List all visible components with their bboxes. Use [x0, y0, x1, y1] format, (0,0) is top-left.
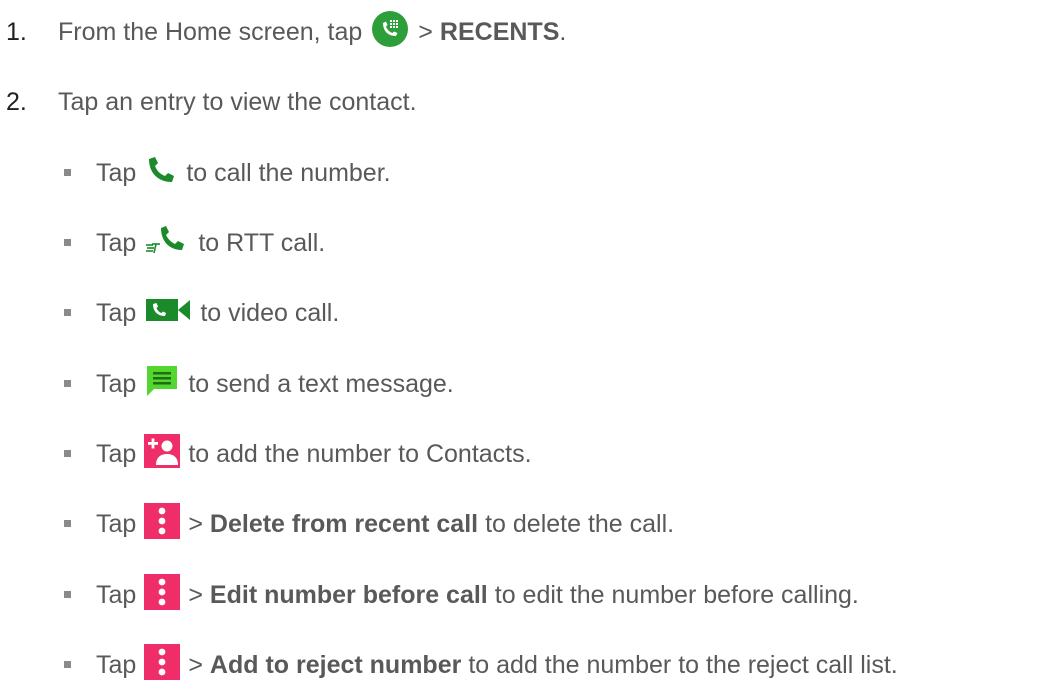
tap-label: Tap — [96, 158, 137, 187]
item-text: to edit the number before calling. — [494, 580, 859, 609]
tap-label: Tap — [96, 439, 137, 468]
item-text: to delete the call. — [485, 509, 675, 538]
step-number: 1. — [6, 17, 27, 46]
tap-label: Tap — [96, 369, 137, 398]
separator: > — [418, 17, 433, 46]
message-icon — [144, 363, 180, 406]
bullet — [64, 380, 71, 387]
bullet — [64, 450, 71, 457]
bullet — [64, 239, 71, 246]
tap-label: Tap — [96, 509, 137, 538]
menu-option-label: Edit number before call — [209, 580, 488, 609]
menu-option-label: Add to reject number — [209, 650, 462, 679]
more-options-icon — [144, 502, 181, 546]
bullet — [64, 309, 71, 316]
recents-label: RECENTS — [439, 17, 560, 46]
step-text: From the Home screen, tap — [58, 17, 363, 46]
bullet — [64, 591, 71, 598]
tap-label: Tap — [96, 650, 137, 679]
bullet — [64, 520, 71, 527]
step-text: Tap an entry to view the contact. — [58, 87, 417, 116]
separator: > — [188, 650, 203, 679]
tap-label: Tap — [96, 228, 137, 257]
bullet — [64, 661, 71, 668]
more-options-icon — [144, 643, 181, 687]
tap-label: Tap — [96, 298, 137, 327]
menu-option-label: Delete from recent call — [209, 509, 479, 538]
item-text: to send a text message. — [188, 369, 454, 398]
video-call-icon — [144, 295, 192, 332]
phone-dialpad-icon — [370, 9, 410, 56]
item-text: to call the number. — [186, 158, 391, 187]
item-text: to video call. — [200, 298, 340, 327]
add-contact-icon — [144, 433, 181, 475]
more-options-icon — [144, 573, 181, 617]
tap-label: Tap — [96, 580, 137, 609]
bullet — [64, 169, 71, 176]
rtt-call-icon — [144, 223, 190, 264]
step-number: 2. — [6, 87, 27, 116]
separator: > — [188, 509, 203, 538]
item-text: to RTT call. — [198, 228, 326, 257]
item-text: to add the number to Contacts. — [188, 439, 532, 468]
period: . — [559, 17, 567, 46]
item-text: to add the number to the reject call lis… — [468, 650, 898, 679]
separator: > — [188, 580, 203, 609]
phone-call-icon — [144, 153, 178, 194]
